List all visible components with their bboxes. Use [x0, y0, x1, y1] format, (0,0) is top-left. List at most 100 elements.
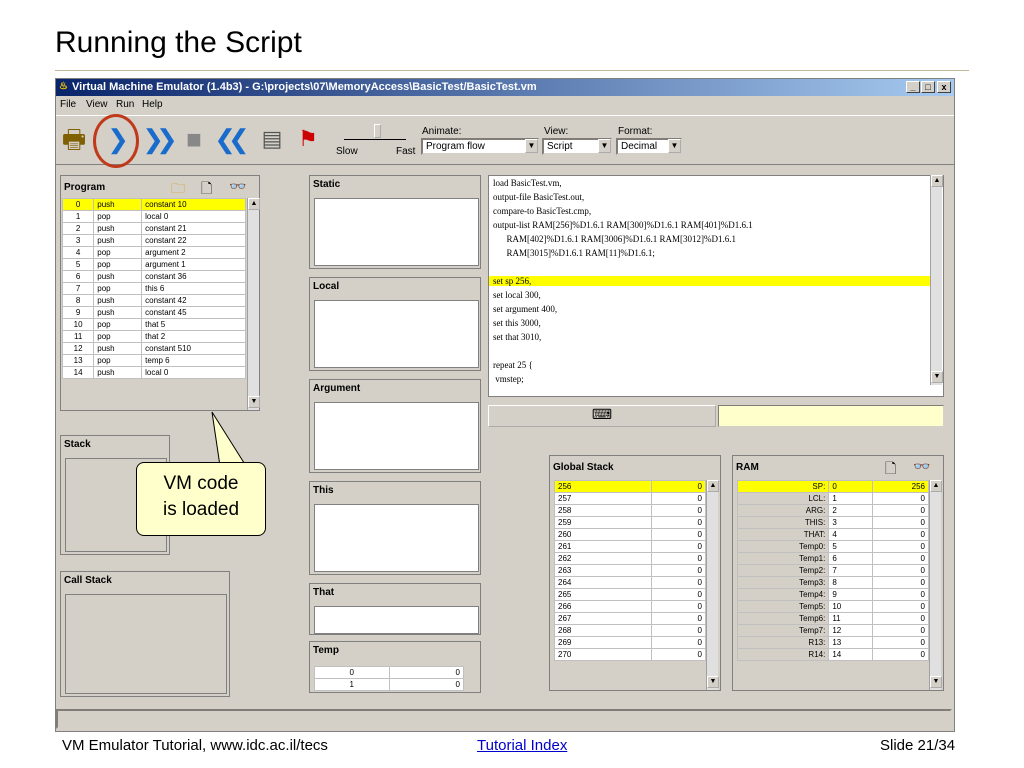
table-cell: Temp4: [736, 588, 830, 601]
table-row[interactable]: 4 pop argument 2 [61, 246, 246, 259]
table-row[interactable]: 7 pop this 6 [61, 282, 246, 295]
table-cell: 0 [872, 552, 929, 565]
that-grid[interactable] [314, 606, 479, 634]
table-row[interactable]: 262 0 [554, 552, 707, 565]
table-row[interactable]: 263 0 [554, 564, 707, 577]
table-row[interactable]: THAT: 4 0 [736, 528, 929, 541]
table-cell: 11 [828, 612, 874, 625]
table-row[interactable]: 00 [314, 666, 464, 679]
ram-scrollbar[interactable]: ▲ ▼ [929, 480, 942, 690]
menu-help[interactable]: Help [142, 99, 163, 110]
table-row[interactable]: 269 0 [554, 636, 707, 649]
animate-select[interactable]: Program flow ▼ [421, 138, 539, 155]
menu-view[interactable]: View [86, 99, 108, 110]
menu-run[interactable]: Run [116, 99, 134, 110]
local-grid[interactable] [314, 300, 479, 368]
table-row[interactable]: Temp2: 7 0 [736, 564, 929, 577]
table-row[interactable]: 8 push constant 42 [61, 294, 246, 307]
table-row[interactable]: 259 0 [554, 516, 707, 529]
table-cell: 12 [61, 342, 95, 355]
temp-table[interactable]: 0010 [314, 666, 464, 691]
table-cell: Temp1: [736, 552, 830, 565]
view-select[interactable]: Script ▼ [542, 138, 612, 155]
table-row[interactable]: THIS: 3 0 [736, 516, 929, 529]
table-row[interactable]: 264 0 [554, 576, 707, 589]
table-row[interactable]: 0 push constant 10 [61, 198, 246, 211]
table-row[interactable]: 13 pop temp 6 [61, 354, 246, 367]
table-row[interactable]: 260 0 [554, 528, 707, 541]
call-stack-area [65, 594, 227, 694]
table-row[interactable]: 258 0 [554, 504, 707, 517]
global-stack-table[interactable]: 256 0 257 0 258 0 259 0 260 0 261 0 262 0 263 0 264 0 265 0… [554, 480, 707, 661]
new-file-icon[interactable]: 🗋 [885, 458, 896, 482]
table-row[interactable]: LCL: 1 0 [736, 492, 929, 505]
table-row[interactable]: 256 0 [554, 480, 707, 493]
table-row[interactable]: 12 push constant 510 [61, 342, 246, 355]
table-cell: Temp2: [736, 564, 830, 577]
table-row[interactable]: Temp5: 10 0 [736, 600, 929, 613]
table-row[interactable]: 14 push local 0 [61, 366, 246, 379]
table-row[interactable]: 10 [314, 678, 464, 691]
format-select[interactable]: Decimal ▼ [616, 138, 682, 155]
table-row[interactable]: Temp3: 8 0 [736, 576, 929, 589]
breakpoints-icon[interactable]: ⚑ [292, 124, 324, 154]
table-row[interactable]: 6 push constant 36 [61, 270, 246, 283]
static-grid[interactable] [314, 198, 479, 266]
table-row[interactable]: ARG: 2 0 [736, 504, 929, 517]
load-program-icon[interactable]: 🖶 [58, 124, 90, 154]
script-icon[interactable]: ▤ [256, 124, 288, 154]
table-row[interactable]: 1 pop local 0 [61, 210, 246, 223]
keyboard-button[interactable]: ⌨ [488, 405, 716, 427]
table-row[interactable]: 266 0 [554, 600, 707, 613]
table-row[interactable]: R13: 13 0 [736, 636, 929, 649]
close-button[interactable]: x [937, 81, 951, 93]
minimize-button[interactable]: _ [906, 81, 920, 93]
program-scrollbar[interactable]: ▲ ▼ [247, 198, 260, 410]
that-title: That [313, 587, 335, 598]
table-row[interactable]: Temp4: 9 0 [736, 588, 929, 601]
window-title: Virtual Machine Emulator (1.4b3) - G:\pr… [72, 81, 537, 93]
table-row[interactable]: Temp0: 5 0 [736, 540, 929, 553]
reset-icon[interactable]: ❮❮ [212, 124, 250, 154]
script-line: RAM[3015]%D1.6.1 RAM[11]%D1.6.1; [493, 248, 655, 258]
speed-slider[interactable] [344, 124, 406, 140]
run-icon[interactable]: ❯❯ [140, 124, 178, 154]
table-row[interactable]: 9 push constant 45 [61, 306, 246, 319]
table-row[interactable]: R14: 14 0 [736, 648, 929, 661]
table-row[interactable]: 261 0 [554, 540, 707, 553]
program-table[interactable]: 0 push constant 10 1 pop local 0 2 push constant… [61, 198, 246, 379]
table-row[interactable]: 10 pop that 5 [61, 318, 246, 331]
argument-grid[interactable] [314, 402, 479, 470]
table-cell: push [93, 270, 143, 283]
table-row[interactable]: 270 0 [554, 648, 707, 661]
table-row[interactable]: 257 0 [554, 492, 707, 505]
stop-icon[interactable]: ■ [178, 124, 210, 154]
table-row[interactable]: 268 0 [554, 624, 707, 637]
table-row[interactable]: 267 0 [554, 612, 707, 625]
table-row[interactable]: 11 pop that 2 [61, 330, 246, 343]
table-cell: 6 [61, 270, 95, 283]
speed-slider-thumb[interactable] [374, 124, 381, 138]
global-stack-scrollbar[interactable]: ▲ ▼ [706, 480, 719, 690]
table-row[interactable]: 265 0 [554, 588, 707, 601]
menu-file[interactable]: File [60, 99, 76, 110]
find-icon[interactable]: 👓 [913, 458, 930, 475]
table-row[interactable]: Temp6: 11 0 [736, 612, 929, 625]
script-editor[interactable]: load BasicTest.vm, output-file BasicTest.… [488, 175, 944, 397]
table-row[interactable]: 3 push constant 22 [61, 234, 246, 247]
step-button-highlight [93, 114, 139, 168]
table-row[interactable]: 2 push constant 21 [61, 222, 246, 235]
script-line: output-file BasicTest.out, [493, 192, 585, 202]
tutorial-index-link[interactable]: Tutorial Index [477, 737, 567, 754]
find-icon[interactable]: 👓 [229, 178, 246, 195]
script-line: repeat 25 { [493, 360, 533, 370]
table-row[interactable]: SP: 0 256 [736, 480, 929, 493]
this-grid[interactable] [314, 504, 479, 572]
ram-table[interactable]: SP: 0 256 LCL: 1 0 ARG: 2 0 THIS: 3 0 THAT: 4 0 Temp0: 5… [736, 480, 929, 661]
maximize-button[interactable]: □ [921, 81, 935, 93]
script-scrollbar[interactable]: ▲ ▼ [930, 175, 943, 385]
table-row[interactable]: Temp7: 12 0 [736, 624, 929, 637]
table-cell: argument 1 [141, 258, 246, 271]
table-row[interactable]: Temp1: 6 0 [736, 552, 929, 565]
table-row[interactable]: 5 pop argument 1 [61, 258, 246, 271]
